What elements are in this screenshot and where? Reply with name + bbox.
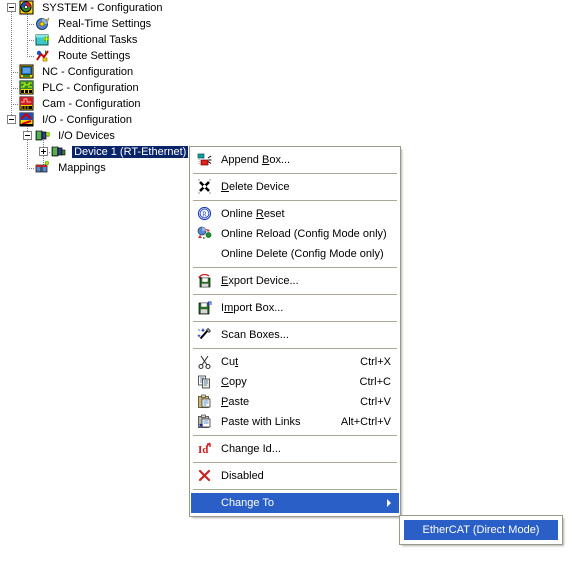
tree-item-label: Device 1 (RT-Ethernet) bbox=[72, 146, 189, 159]
menu-item-shortcut: Ctrl+C bbox=[359, 376, 391, 388]
menu-item-label: Paste bbox=[221, 396, 250, 408]
menu-item-label: Online Reset bbox=[221, 208, 285, 220]
menu-item-export-device[interactable]: Export Device... bbox=[191, 271, 399, 291]
device-icon bbox=[51, 144, 67, 160]
menu-item-label: Paste with Links bbox=[221, 416, 301, 428]
menu-separator bbox=[193, 200, 397, 201]
menu-item-label: Copy bbox=[221, 376, 247, 388]
online-reload-icon bbox=[197, 226, 213, 242]
menu-item-shortcut: Alt+Ctrl+V bbox=[340, 416, 391, 428]
tree-item-label: I/O Devices bbox=[58, 130, 115, 143]
menu-separator bbox=[193, 267, 397, 268]
menu-item-label: Scan Boxes... bbox=[221, 329, 289, 341]
svg-text:R: R bbox=[202, 211, 207, 219]
menu-separator bbox=[193, 348, 397, 349]
tree-item-label: SYSTEM - Configuration bbox=[42, 2, 163, 15]
system-config-icon bbox=[19, 0, 35, 16]
online-reset-icon: R bbox=[197, 206, 213, 222]
tree-item-plc-configuration[interactable]: PLC - Configuration bbox=[0, 80, 141, 96]
copy-icon bbox=[197, 374, 213, 390]
menu-item-label: Online Reload (Config Mode only) bbox=[221, 228, 387, 240]
menu-item-label: Append Box... bbox=[221, 154, 291, 166]
menu-item-disabled[interactable]: Disabled bbox=[191, 466, 399, 486]
submenu-item-ethercat-direct-mode[interactable]: EtherCAT (Direct Mode) bbox=[404, 520, 558, 540]
menu-item-scan-boxes[interactable]: Scan Boxes... bbox=[191, 325, 399, 345]
nc-config-icon bbox=[19, 64, 35, 80]
export-device-icon bbox=[197, 273, 213, 289]
menu-item-paste[interactable]: Paste Ctrl+V bbox=[191, 392, 399, 412]
menu-item-paste-with-links[interactable]: Paste with Links Alt+Ctrl+V bbox=[191, 412, 399, 432]
menu-item-cut[interactable]: Cut Ctrl+X bbox=[191, 352, 399, 372]
menu-item-label: Import Box... bbox=[221, 302, 284, 314]
menu-item-shortcut: Ctrl+X bbox=[360, 356, 391, 368]
menu-separator bbox=[193, 489, 397, 490]
tree-item-system-configuration[interactable]: SYSTEM - Configuration bbox=[0, 0, 165, 16]
menu-item-append-box[interactable]: Append Box... bbox=[191, 150, 399, 170]
plc-config-icon bbox=[19, 80, 35, 96]
tree-item-label: Additional Tasks bbox=[58, 34, 138, 47]
tree-item-nc-configuration[interactable]: NC - Configuration bbox=[0, 64, 135, 80]
expander-plus-icon[interactable] bbox=[39, 147, 48, 156]
paste-links-icon bbox=[197, 414, 213, 430]
tree-item-real-time-settings[interactable]: Real-Time Settings bbox=[0, 16, 153, 32]
menu-item-delete-device[interactable]: Delete Device bbox=[191, 177, 399, 197]
tree-item-mappings[interactable]: Mappings bbox=[0, 160, 108, 176]
mappings-icon bbox=[35, 160, 51, 176]
menu-item-label: Online Delete (Config Mode only) bbox=[221, 248, 384, 260]
menu-item-label: Delete Device bbox=[221, 181, 290, 193]
device-context-menu[interactable]: Append Box... Delete Device R Online Res… bbox=[189, 146, 401, 517]
tree-item-label: Route Settings bbox=[58, 50, 131, 63]
chevron-right-icon bbox=[387, 499, 391, 507]
tree-item-cam-configuration[interactable]: Cam - Configuration bbox=[0, 96, 143, 112]
delete-device-icon bbox=[197, 179, 213, 195]
tree-item-label: I/O - Configuration bbox=[42, 114, 132, 127]
scan-boxes-icon bbox=[197, 327, 213, 343]
io-devices-icon bbox=[35, 128, 51, 144]
tree-item-label: Real-Time Settings bbox=[58, 18, 152, 31]
import-box-icon bbox=[197, 300, 213, 316]
tree-item-io-configuration[interactable]: I/O - Configuration bbox=[0, 112, 134, 128]
menu-separator bbox=[193, 294, 397, 295]
tree-item-device-1[interactable]: Device 1 (RT-Ethernet) bbox=[0, 144, 189, 160]
append-box-icon bbox=[197, 152, 213, 168]
menu-item-shortcut: Ctrl+V bbox=[360, 396, 391, 408]
menu-item-online-delete[interactable]: Online Delete (Config Mode only) bbox=[191, 244, 399, 264]
tree-item-label: PLC - Configuration bbox=[42, 82, 139, 95]
menu-separator bbox=[193, 173, 397, 174]
menu-item-label: Change Id... bbox=[221, 443, 281, 455]
menu-separator bbox=[193, 321, 397, 322]
additional-tasks-icon bbox=[35, 32, 51, 48]
expander-minus-icon[interactable] bbox=[7, 3, 16, 12]
io-config-icon bbox=[19, 112, 35, 128]
realtime-settings-icon bbox=[35, 16, 51, 32]
menu-item-label: Cut bbox=[221, 356, 239, 368]
menu-item-change-id[interactable]: Id Change Id... bbox=[191, 439, 399, 459]
tree-item-io-devices[interactable]: I/O Devices bbox=[0, 128, 117, 144]
menu-item-online-reload[interactable]: Online Reload (Config Mode only) bbox=[191, 224, 399, 244]
tree-item-additional-tasks[interactable]: Additional Tasks bbox=[0, 32, 139, 48]
route-settings-icon bbox=[35, 48, 51, 64]
menu-item-label: Disabled bbox=[221, 470, 264, 482]
menu-item-import-box[interactable]: Import Box... bbox=[191, 298, 399, 318]
change-to-submenu[interactable]: EtherCAT (Direct Mode) bbox=[399, 515, 563, 545]
change-id-icon: Id bbox=[197, 441, 213, 457]
tree-item-label: Cam - Configuration bbox=[42, 98, 141, 111]
expander-minus-icon[interactable] bbox=[7, 115, 16, 124]
menu-item-label: Change To bbox=[221, 497, 275, 509]
cam-config-icon bbox=[19, 96, 35, 112]
menu-item-label: Export Device... bbox=[221, 275, 299, 287]
submenu-item-label: EtherCAT (Direct Mode) bbox=[422, 524, 540, 536]
tree-item-route-settings[interactable]: Route Settings bbox=[0, 48, 132, 64]
expander-minus-icon[interactable] bbox=[23, 131, 32, 140]
disabled-icon bbox=[197, 468, 213, 484]
cut-icon bbox=[197, 354, 213, 370]
paste-icon bbox=[197, 394, 213, 410]
menu-item-online-reset[interactable]: R Online Reset bbox=[191, 204, 399, 224]
menu-item-copy[interactable]: Copy Ctrl+C bbox=[191, 372, 399, 392]
menu-separator bbox=[193, 435, 397, 436]
menu-separator bbox=[193, 462, 397, 463]
tree-item-label: Mappings bbox=[58, 162, 106, 175]
tree-item-label: NC - Configuration bbox=[42, 66, 134, 79]
menu-item-change-to[interactable]: Change To bbox=[191, 493, 399, 513]
